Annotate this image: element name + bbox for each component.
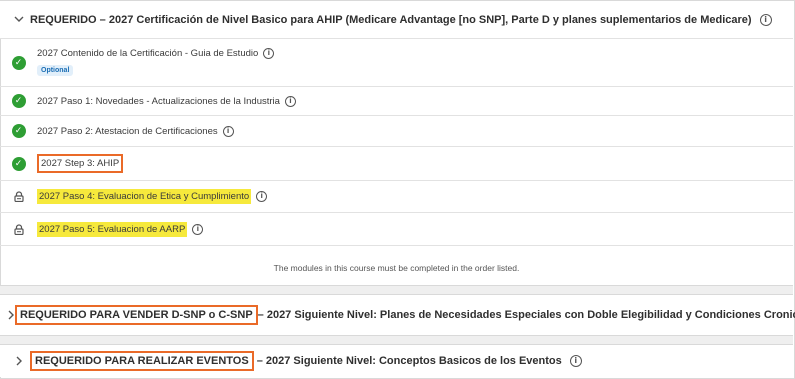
section-title-rest: – 2027 Siguiente Nivel: Conceptos Basico… xyxy=(256,355,562,367)
module-title[interactable]: 2027 Paso 4: Evaluacion de Etica y Cumpl… xyxy=(37,189,252,204)
lock-icon xyxy=(12,222,26,236)
section-title-required: REQUERIDO PARA REALIZAR EVENTOS xyxy=(30,351,254,371)
check-circle-icon: ✓ xyxy=(11,55,26,70)
section-title: REQUERIDO PARA REALIZAR EVENTOS – 2027 Si… xyxy=(30,351,562,371)
module-title[interactable]: 2027 Paso 2: Atestacion de Certificacion… xyxy=(37,126,218,137)
check-circle-icon: ✓ xyxy=(11,156,26,171)
status-cell: ✓ xyxy=(0,55,37,70)
section-header-dsnp[interactable]: REQUERIDO PARA VENDER D-SNP o C-SNP – 202… xyxy=(0,295,795,335)
info-icon[interactable]: i xyxy=(759,13,772,26)
module-item[interactable]: ✓ 2027 Contenido de la Certificación - G… xyxy=(0,38,793,86)
info-icon[interactable]: i xyxy=(263,48,275,59)
lock-icon xyxy=(12,190,26,204)
section-divider xyxy=(0,335,793,345)
section-divider xyxy=(0,285,793,295)
module-item[interactable]: ✓ 2027 Paso 2: Atestacion de Certificaci… xyxy=(0,115,793,146)
info-icon[interactable]: i xyxy=(192,223,204,235)
section-title: REQUERIDO – 2027 Certificación de Nivel … xyxy=(30,13,752,26)
section-header-events[interactable]: REQUERIDO PARA REALIZAR EVENTOS – 2027 Si… xyxy=(0,345,793,377)
module-title[interactable]: 2027 Paso 5: Evaluacion de AARP xyxy=(37,221,188,237)
module-title[interactable]: 2027 Paso 1: Novedades - Actualizaciones… xyxy=(37,96,280,107)
section-header-required-ahip[interactable]: REQUERIDO – 2027 Certificación de Nivel … xyxy=(0,1,793,38)
section-title-rest: – 2027 Siguiente Nivel: Planes de Necesi… xyxy=(257,309,795,321)
optional-badge: Optional xyxy=(37,65,74,76)
order-note: The modules in this course must be compl… xyxy=(0,245,793,285)
check-circle-icon: ✓ xyxy=(11,124,26,138)
chevron-right-icon[interactable] xyxy=(8,310,15,320)
info-icon[interactable]: i xyxy=(222,125,234,137)
module-item[interactable]: ✓ 2027 Step 3: AHIP xyxy=(0,146,793,180)
module-item[interactable]: 2027 Paso 5: Evaluacion de AARP i xyxy=(0,212,793,245)
section-title-required: REQUERIDO PARA VENDER D-SNP o C-SNP xyxy=(15,305,258,325)
chevron-right-icon[interactable] xyxy=(8,356,30,366)
info-icon[interactable]: i xyxy=(256,191,268,202)
module-info: 2027 Contenido de la Certificación - Gui… xyxy=(37,48,275,77)
module-item[interactable]: ✓ 2027 Paso 1: Novedades - Actualizacion… xyxy=(0,86,793,115)
info-icon[interactable]: i xyxy=(284,95,296,107)
section-title: REQUERIDO PARA VENDER D-SNP o C-SNP – 202… xyxy=(15,305,795,325)
info-icon[interactable]: i xyxy=(569,355,582,367)
module-title[interactable]: 2027 Contenido de la Certificación - Gui… xyxy=(37,48,258,59)
module-title[interactable]: 2027 Step 3: AHIP xyxy=(37,154,124,173)
module-item[interactable]: 2027 Paso 4: Evaluacion de Etica y Cumpl… xyxy=(0,180,793,212)
check-circle-icon: ✓ xyxy=(11,94,26,108)
chevron-down-icon[interactable] xyxy=(8,16,30,23)
